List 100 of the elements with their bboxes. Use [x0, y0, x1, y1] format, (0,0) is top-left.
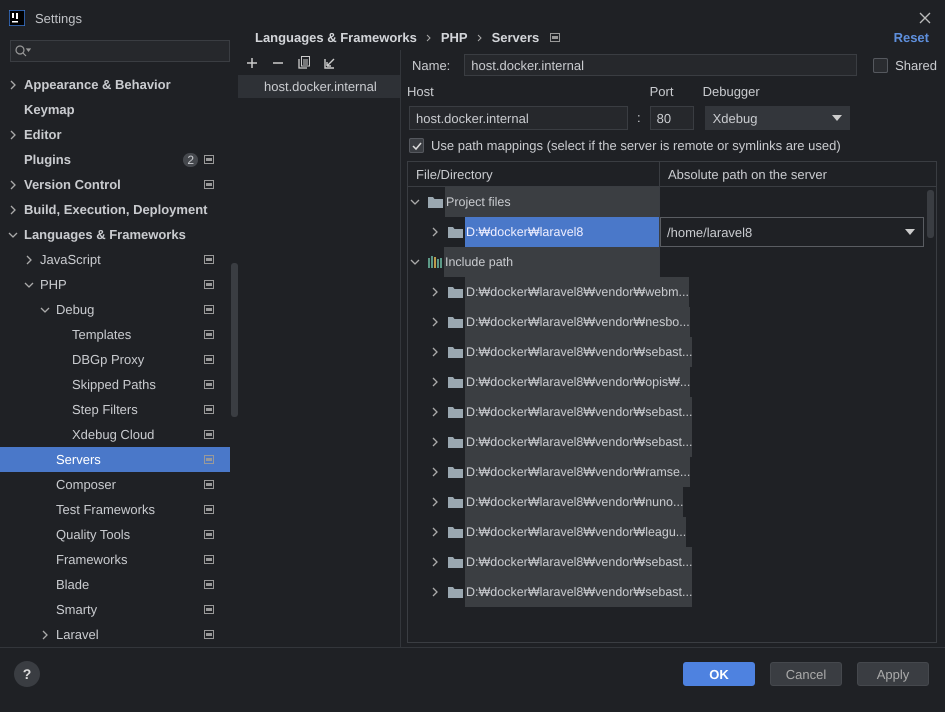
chevron-icon[interactable] [430, 557, 440, 567]
chevron-icon[interactable] [40, 630, 50, 640]
breadcrumb-item[interactable]: Servers [492, 30, 540, 44]
name-field[interactable]: host.docker.internal [464, 54, 858, 76]
chevron-icon[interactable] [430, 497, 440, 507]
chevron-icon[interactable] [8, 230, 18, 240]
sidebar-item[interactable]: Templates [0, 322, 230, 347]
library-icon [428, 256, 442, 268]
reset-link[interactable]: Reset [894, 30, 929, 44]
server-list-item[interactable]: host.docker.internal [238, 75, 400, 98]
add-icon[interactable] [246, 56, 258, 68]
chevron-icon[interactable] [24, 280, 34, 290]
sidebar-item[interactable]: Quality Tools [0, 522, 230, 547]
folder-icon [448, 466, 463, 478]
debugger-dropdown[interactable]: Xdebug [704, 106, 850, 130]
scrollbar[interactable] [927, 190, 934, 238]
sidebar-item[interactable]: Skipped Paths [0, 372, 230, 397]
path-entry[interactable]: D:₩docker₩laravel8 [465, 217, 659, 247]
folder-icon [448, 346, 463, 358]
chevron-icon[interactable] [430, 587, 440, 597]
sidebar-item[interactable]: Appearance & Behavior [0, 72, 230, 97]
chevron-icon[interactable] [430, 437, 440, 447]
host-field[interactable]: host.docker.internal [409, 106, 628, 130]
colon-separator: : [637, 110, 641, 127]
scrollbar[interactable] [231, 263, 238, 417]
path-entry[interactable]: Include path [444, 247, 659, 277]
sidebar-item[interactable]: Smarty [0, 597, 230, 622]
chevron-icon[interactable] [430, 317, 440, 327]
path-entry[interactable]: D:₩docker₩laravel8₩vendor₩opis₩... [465, 367, 690, 397]
chevron-icon[interactable] [430, 407, 440, 417]
path-entry[interactable]: D:₩docker₩laravel8₩vendor₩webm... [465, 277, 689, 307]
breadcrumb-item[interactable]: PHP [440, 30, 468, 44]
folder-icon [448, 586, 463, 598]
ok-button[interactable]: OK [683, 662, 755, 686]
chevron-icon[interactable] [24, 254, 34, 264]
chevron-icon[interactable] [40, 304, 50, 314]
import-icon[interactable] [324, 56, 336, 68]
chevron-icon[interactable] [430, 347, 440, 357]
path-entry[interactable]: D:₩docker₩laravel8₩vendor₩leagu... [465, 517, 686, 547]
dialog-button[interactable]: Apply [857, 662, 929, 686]
path-entry[interactable]: D:₩docker₩laravel8₩vendor₩sebast... [465, 577, 692, 607]
chevron-icon[interactable] [430, 227, 440, 237]
folder-icon [448, 496, 463, 508]
sidebar-item[interactable]: Step Filters [0, 397, 230, 422]
help-button[interactable]: ? [14, 661, 40, 687]
path-entry[interactable]: D:₩docker₩laravel8₩vendor₩sebast... [465, 397, 692, 427]
chevron-icon[interactable] [8, 204, 18, 214]
path-entry[interactable]: D:₩docker₩laravel8₩vendor₩ramse... [465, 457, 690, 487]
folder-icon [448, 406, 463, 418]
folder-icon [428, 196, 443, 208]
sidebar-item[interactable]: Version Control [0, 172, 230, 197]
folder-icon [448, 526, 463, 538]
port-field[interactable]: 80 [650, 106, 694, 130]
sidebar-item[interactable]: DBGp Proxy [0, 347, 230, 372]
sidebar-item[interactable]: Debug [0, 297, 230, 322]
folder-icon [448, 316, 463, 328]
chevron-icon[interactable] [430, 527, 440, 537]
path-entry[interactable]: Project files [445, 187, 659, 217]
sidebar-item[interactable]: Blade [0, 572, 230, 597]
chevron-icon[interactable] [430, 377, 440, 387]
search-field[interactable] [10, 40, 230, 62]
chevron-icon[interactable] [410, 197, 420, 207]
sidebar-item[interactable]: Plugins 2 [0, 147, 230, 172]
sidebar-item[interactable]: Composer [0, 472, 230, 497]
path-entry[interactable]: D:₩docker₩laravel8₩vendor₩sebast... [465, 547, 692, 577]
sidebar-item[interactable]: Test Frameworks [0, 497, 230, 522]
sidebar-item[interactable]: Xdebug Cloud [0, 422, 230, 447]
sidebar-item[interactable]: PHP [0, 272, 230, 297]
chevron-icon[interactable] [8, 180, 18, 190]
copy-icon[interactable] [298, 56, 310, 69]
path-entry[interactable]: D:₩docker₩laravel8₩vendor₩nesbo... [465, 307, 690, 337]
dialog-button[interactable]: Cancel [770, 662, 842, 686]
field-label: Host [407, 84, 435, 99]
sidebar-item[interactable]: Frameworks [0, 547, 230, 572]
path-entry[interactable]: D:₩docker₩laravel8₩vendor₩sebast... [465, 427, 692, 457]
count-badge: 2 [183, 152, 198, 166]
chevron-icon[interactable] [430, 467, 440, 477]
sidebar-item[interactable]: Keymap [0, 97, 230, 122]
sidebar-item[interactable]: Editor [0, 122, 230, 147]
server-path-field[interactable]: /home/laravel8 [660, 217, 924, 247]
sidebar-item[interactable]: Languages & Frameworks [0, 222, 230, 247]
close-icon[interactable] [919, 12, 931, 24]
chevron-icon[interactable] [8, 80, 18, 90]
sidebar-item[interactable]: Laravel [0, 622, 230, 647]
check-icon [412, 140, 422, 150]
sidebar-item[interactable]: Servers [0, 447, 230, 472]
shared-checkbox[interactable]: Shared [873, 58, 937, 72]
chevron-icon[interactable] [410, 257, 420, 267]
path-mappings-checkbox[interactable]: Use path mappings (select if the server is remote or symlinks are used) [409, 138, 937, 153]
folder-icon [448, 436, 463, 448]
chevron-icon[interactable] [8, 130, 18, 140]
sidebar-item[interactable]: Build, Execution, Deployment [0, 197, 230, 222]
column-header[interactable]: Absolute path on the server [660, 162, 936, 186]
path-entry[interactable]: D:₩docker₩laravel8₩vendor₩sebast... [465, 337, 692, 367]
folder-icon [448, 226, 463, 238]
path-entry[interactable]: D:₩docker₩laravel8₩vendor₩nuno... [465, 487, 684, 517]
breadcrumb-item[interactable]: Languages & Frameworks [255, 30, 417, 44]
sidebar-item[interactable]: JavaScript [0, 247, 230, 272]
chevron-icon[interactable] [430, 287, 440, 297]
column-header[interactable]: File/Directory [408, 162, 660, 186]
